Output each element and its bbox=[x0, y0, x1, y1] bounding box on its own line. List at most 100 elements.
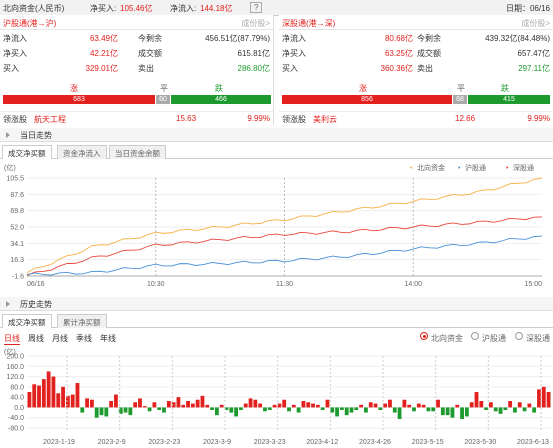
sz-connect-panel: 深股通(港→深) 成份股> 净流入 80.68亿 今剩余 439.32亿(84.48%)… bbox=[279, 15, 553, 125]
bar bbox=[56, 393, 61, 408]
value: 286.80亿 bbox=[237, 64, 270, 73]
flat-label: 平 bbox=[160, 84, 168, 93]
tab-net-buy[interactable]: 成交净买额 bbox=[2, 145, 52, 159]
label: 成交额 bbox=[417, 49, 441, 58]
bar bbox=[436, 399, 440, 408]
intraday-tabs: 成交净买额 资金净流入 当日资金余额 bbox=[0, 145, 553, 159]
y-tick-label: 52.0 bbox=[10, 225, 24, 232]
bar bbox=[397, 407, 402, 419]
flat-count: 60 bbox=[156, 95, 170, 104]
bar bbox=[546, 392, 551, 408]
period-day[interactable]: 日线 bbox=[4, 333, 20, 345]
legend-marker: • bbox=[506, 165, 509, 172]
radio-label-sz[interactable]: 深股通 bbox=[526, 333, 550, 344]
bar bbox=[330, 407, 335, 413]
value: 615.81亿 bbox=[237, 49, 270, 58]
collapse-arrow-icon[interactable] bbox=[6, 132, 10, 138]
bar bbox=[243, 403, 248, 408]
sh-title[interactable]: 沪股通(港→沪) bbox=[3, 18, 56, 29]
period-month[interactable]: 月线 bbox=[52, 333, 68, 344]
bar bbox=[532, 407, 537, 413]
bar bbox=[450, 407, 455, 418]
bar bbox=[320, 407, 325, 410]
help-button[interactable]: ? bbox=[250, 2, 263, 13]
intraday-line-chart: (亿) • 北向资金 • 沪股通 • 深股通 105.5 87.6 69.8 52.0 34.1 16.… bbox=[4, 163, 542, 288]
label: 买入 bbox=[3, 64, 19, 73]
x-tick-label: 15:00 bbox=[524, 281, 542, 288]
history-section-header[interactable]: 历史走势 bbox=[0, 297, 553, 311]
bar bbox=[70, 394, 75, 408]
bar bbox=[162, 407, 166, 413]
radio-label-sh[interactable]: 沪股通 bbox=[482, 333, 506, 344]
radio-label-north[interactable]: 北向资金 bbox=[431, 333, 463, 344]
bar bbox=[51, 376, 56, 408]
bar bbox=[219, 404, 224, 408]
bar bbox=[349, 407, 354, 413]
down-count: 466 bbox=[171, 95, 271, 104]
up-count: 683 bbox=[3, 95, 155, 104]
leader-price: 15.63 bbox=[176, 114, 197, 123]
y-tick-label: 0.0 bbox=[14, 405, 24, 412]
net-in-label: 净流入: bbox=[170, 4, 197, 13]
value: 456.51亿(87.79%) bbox=[205, 34, 270, 43]
bar bbox=[464, 407, 469, 417]
bar bbox=[138, 398, 142, 408]
sz-title[interactable]: 深股通(港→深) bbox=[282, 18, 335, 29]
x-tick-label: 2023-5-15 bbox=[412, 439, 444, 446]
x-tick-label: 06/16 bbox=[27, 281, 45, 288]
bar bbox=[388, 399, 392, 408]
leader-stock-link[interactable]: 航天工程 bbox=[34, 114, 66, 125]
bar bbox=[46, 371, 51, 408]
radio-sz[interactable] bbox=[515, 332, 523, 340]
radio-north-selected[interactable] bbox=[420, 332, 428, 340]
x-tick-label: 2023-5-30 bbox=[464, 439, 496, 446]
bar bbox=[94, 407, 99, 418]
sh-constituents-link[interactable]: 成份股> bbox=[241, 18, 270, 29]
net-buy-value: 105.46亿 bbox=[120, 4, 153, 13]
bar bbox=[469, 402, 474, 408]
bar bbox=[195, 399, 200, 408]
flat-count: 68 bbox=[453, 95, 467, 104]
bar bbox=[335, 407, 339, 417]
value: 63.25亿 bbox=[384, 49, 413, 58]
bar bbox=[503, 407, 508, 410]
sz-constituents-link[interactable]: 成份股> bbox=[521, 18, 550, 29]
legend-marker: • bbox=[458, 165, 461, 172]
bar bbox=[89, 399, 94, 408]
bar bbox=[412, 407, 416, 412]
y-tick-label: 80.0 bbox=[10, 384, 24, 391]
tab-net-inflow[interactable]: 资金净流入 bbox=[57, 145, 107, 159]
bar bbox=[392, 407, 397, 413]
y-tick-label: -80.0 bbox=[8, 426, 24, 433]
value: 297.11亿 bbox=[518, 64, 550, 73]
y-tick-label: 40.0 bbox=[10, 395, 24, 402]
period-year[interactable]: 年线 bbox=[100, 333, 116, 344]
bar bbox=[200, 395, 205, 408]
bar bbox=[291, 404, 296, 408]
bar bbox=[210, 407, 214, 410]
down-count: 415 bbox=[468, 95, 550, 104]
bar bbox=[431, 407, 436, 412]
period-week[interactable]: 周线 bbox=[28, 333, 44, 344]
bar bbox=[267, 407, 272, 410]
period-quarter[interactable]: 季线 bbox=[76, 333, 92, 344]
tab-cumulative[interactable]: 累计净买额 bbox=[57, 314, 107, 328]
bar bbox=[147, 407, 152, 412]
section-title: 当日走势 bbox=[20, 131, 52, 140]
history-bar-chart: (亿)200.0160.0120.080.040.00.0-40.0-80.02… bbox=[4, 347, 551, 446]
leader-stock-link[interactable]: 美利云 bbox=[313, 114, 337, 125]
bar bbox=[383, 403, 388, 408]
collapse-arrow-icon[interactable] bbox=[6, 301, 10, 307]
intraday-section-header[interactable]: 当日走势 bbox=[0, 128, 553, 142]
bar bbox=[484, 407, 489, 410]
y-tick-label: -40.0 bbox=[8, 415, 24, 422]
date-label: 日期：06/16 bbox=[505, 4, 550, 13]
y-tick-label: 87.6 bbox=[10, 192, 24, 199]
bar bbox=[142, 406, 147, 408]
x-tick-label: 2023-3-23 bbox=[254, 439, 286, 446]
bar bbox=[104, 407, 109, 417]
bar bbox=[460, 407, 464, 419]
radio-sh[interactable] bbox=[471, 332, 479, 340]
tab-net-buy[interactable]: 成交净买额 bbox=[2, 314, 52, 328]
tab-balance[interactable]: 当日资金余额 bbox=[109, 145, 166, 159]
